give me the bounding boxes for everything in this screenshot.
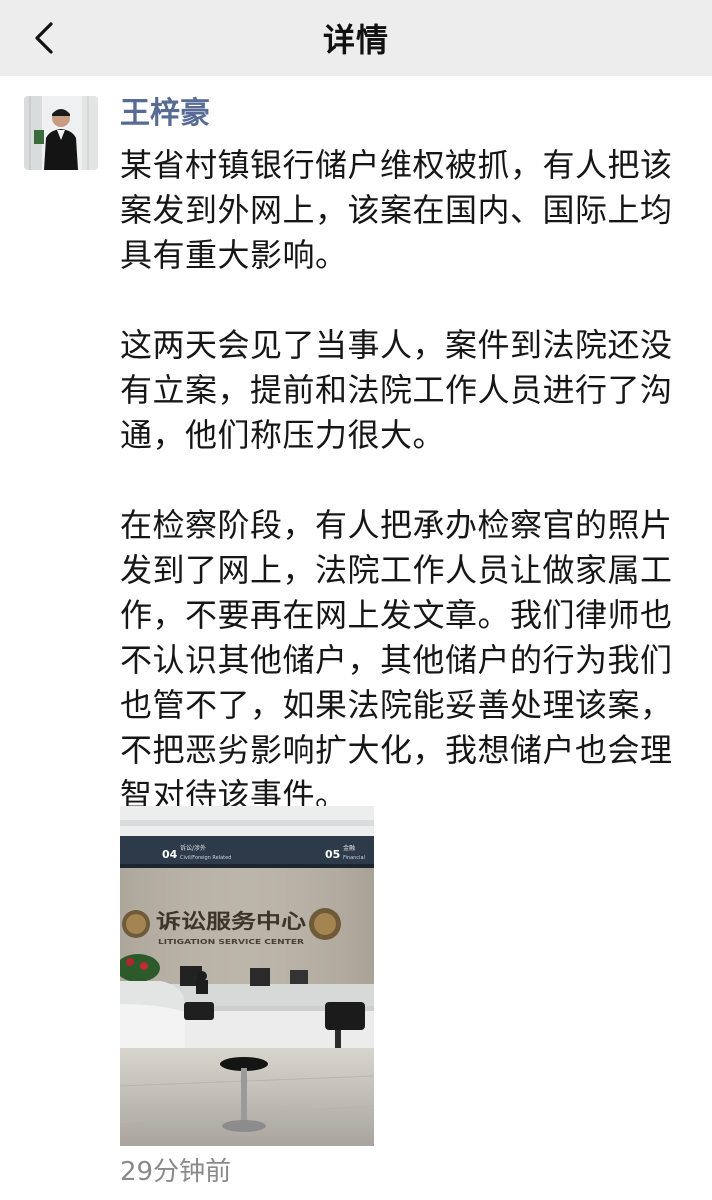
top-navigation-bar: 详情: [0, 0, 712, 76]
sign-right-number: 05: [325, 848, 340, 861]
sign-left-en: Civil/Foreign Related: [180, 855, 231, 861]
litigation-center-photo: 04 诉讼/涉外 Civil/Foreign Related 05 金融 Fin…: [120, 806, 374, 1146]
sign-right-cn: 金融: [343, 844, 355, 852]
back-button[interactable]: [22, 16, 66, 60]
post-timestamp: 29分钟前: [120, 1157, 232, 1187]
avatar[interactable]: [24, 96, 98, 170]
wall-title-en: LITIGATION SERVICE CENTER: [158, 938, 305, 946]
sign-left-cn: 诉讼/涉外: [180, 844, 206, 852]
user-avatar: [24, 96, 98, 170]
sign-right-en: Financial: [343, 855, 365, 861]
sign-left-number: 04: [162, 848, 178, 861]
page-title: 详情: [322, 21, 389, 59]
post-text: 某省村镇银行储户维权被抓，有人把该案发到外网上，该案在国内、国际上均具有重大影响…: [120, 146, 673, 814]
post-photo[interactable]: 04 诉讼/涉外 Civil/Foreign Related 05 金融 Fin…: [120, 806, 374, 1146]
chevron-left-icon: [35, 22, 53, 54]
author-name-link[interactable]: 王梓豪: [120, 94, 210, 134]
wall-title-cn: 诉讼服务中心: [156, 909, 306, 933]
